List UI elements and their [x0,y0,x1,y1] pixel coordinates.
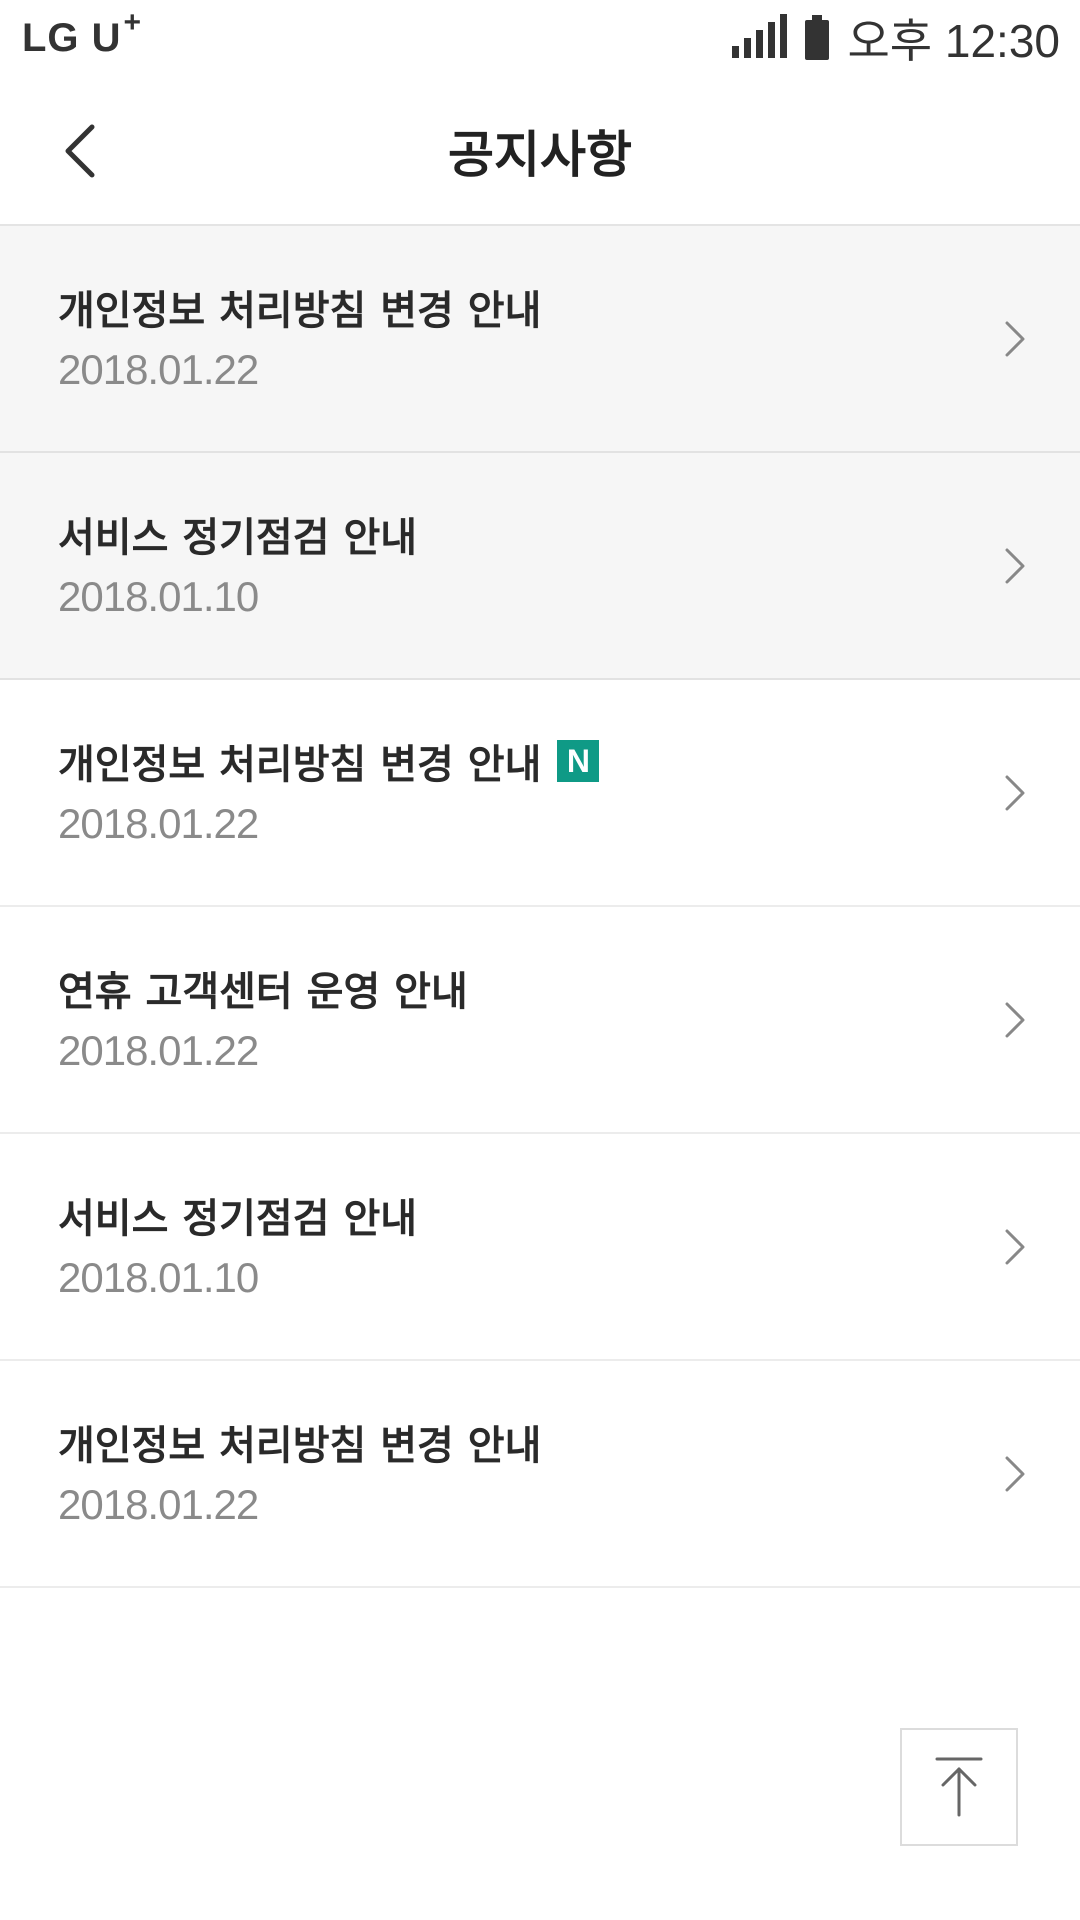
status-indicators: 오후 12:30 [732,5,1060,71]
notice-item[interactable]: 서비스 정기점검 안내 2018.01.10 [0,1134,1080,1361]
notice-date: 2018.01.10 [58,1254,259,1301]
notice-title: 서비스 정기점검 안내 [58,505,417,563]
notice-title-text: 개인정보 처리방침 변경 안내 [58,288,542,334]
status-time: 오후 12:30 [847,15,1060,67]
notice-date: 2018.01.22 [58,346,259,393]
notice-title-text: 서비스 정기점검 안내 [58,1196,418,1242]
page-title: 공지사항 [448,126,632,184]
notice-title: 연휴 고객센터 운영 안내 [58,959,468,1017]
notice-date: 2018.01.22 [58,1481,259,1528]
notice-title: 개인정보 처리방침 변경 안내 [58,1413,541,1471]
carrier-plus: + [123,5,143,39]
signal-icon [732,14,788,58]
notice-date: 2018.01.22 [58,1027,259,1074]
notice-date: 2018.01.22 [58,800,259,847]
notice-date: 2018.01.10 [58,573,259,620]
chevron-right-icon [990,541,1040,591]
chevron-right-icon [990,768,1040,818]
notice-item[interactable]: 개인정보 처리방침 변경 안내 2018.01.22 [0,226,1080,453]
arrow-up-to-top-icon [935,1757,983,1817]
notice-title: 개인정보 처리방침 변경 안내 [58,278,541,336]
notice-title: 개인정보 처리방침 변경 안내 N [58,732,600,790]
notice-item[interactable]: 연휴 고객센터 운영 안내 2018.01.22 [0,907,1080,1134]
chevron-right-icon [990,1449,1040,1499]
notice-item[interactable]: 서비스 정기점검 안내 2018.01.10 [0,453,1080,680]
chevron-right-icon [990,995,1040,1045]
back-button[interactable] [40,111,120,191]
notice-title-text: 연휴 고객센터 운영 안내 [58,969,468,1015]
notice-list: 개인정보 처리방침 변경 안내 2018.01.22 서비스 정기점검 안내 2… [0,226,1080,1588]
new-badge: N [557,740,600,782]
notice-title-text: 서비스 정기점검 안내 [58,515,418,561]
chevron-left-icon [65,124,95,178]
chevron-right-icon [990,1222,1040,1272]
carrier-logo: LG U + [22,6,142,61]
notice-title-text: 개인정보 처리방침 변경 안내 [58,742,542,788]
chevron-right-icon [990,314,1040,364]
app-bar: 공지사항 [0,76,1080,226]
scroll-to-top-button[interactable] [900,1728,1018,1846]
carrier-name: LG U [22,15,122,60]
notice-title-text: 개인정보 처리방침 변경 안내 [58,1423,542,1469]
notice-item[interactable]: 개인정보 처리방침 변경 안내 2018.01.22 [0,1361,1080,1588]
battery-icon [805,15,830,60]
notice-title: 서비스 정기점검 안내 [58,1186,417,1244]
notice-item[interactable]: 개인정보 처리방침 변경 안내 N 2018.01.22 [0,680,1080,907]
status-bar: LG U + 오후 12:30 [0,0,1080,76]
